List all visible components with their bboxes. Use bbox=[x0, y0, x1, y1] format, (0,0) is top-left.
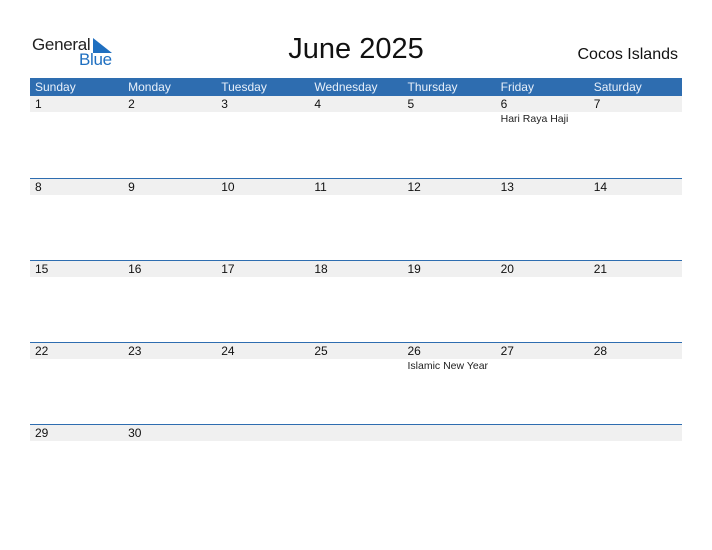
holiday-label bbox=[309, 112, 402, 126]
day-number: 5 bbox=[407, 97, 415, 111]
weekday-friday: Friday bbox=[500, 80, 534, 94]
holiday-label bbox=[309, 359, 402, 373]
day-number: 3 bbox=[221, 97, 228, 111]
weekday-wednesday: Wednesday bbox=[314, 80, 378, 94]
day-number: 19 bbox=[407, 262, 421, 276]
day-number: 23 bbox=[128, 344, 142, 358]
week-row: 22 23 24 25 26 27 28 Islamic New Year bbox=[30, 342, 682, 424]
day-number: 11 bbox=[314, 180, 327, 194]
events-row: Hari Raya Haji bbox=[30, 112, 682, 126]
day-number-strip: 1 2 3 4 5 6 7 bbox=[30, 96, 682, 112]
day-number: 14 bbox=[593, 180, 608, 194]
day-number: 16 bbox=[128, 262, 142, 276]
day-number bbox=[309, 425, 402, 441]
day-number-strip: 15 16 17 18 19 20 21 bbox=[30, 261, 682, 277]
holiday-label bbox=[30, 112, 123, 126]
day-number: 1 bbox=[35, 97, 42, 111]
weekday-monday: Monday bbox=[128, 80, 171, 94]
day-number: 30 bbox=[128, 426, 142, 440]
day-number: 8 bbox=[35, 180, 42, 194]
day-number: 17 bbox=[221, 262, 235, 276]
day-number: 10 bbox=[221, 180, 235, 194]
weekday-header: Sunday Monday Tuesday Wednesday Thursday Frid… bbox=[30, 78, 682, 96]
holiday-label bbox=[403, 112, 496, 126]
weekday-thursday: Thursday bbox=[407, 80, 458, 94]
day-number: 25 bbox=[314, 344, 328, 358]
day-number: 22 bbox=[35, 344, 49, 358]
day-number: 12 bbox=[407, 180, 421, 194]
holiday-label: Hari Raya Haji bbox=[500, 113, 569, 125]
day-number-strip: 8 9 10 11 12 13 14 bbox=[30, 179, 682, 195]
day-number-strip: 29 30 bbox=[30, 425, 682, 441]
holiday-label bbox=[496, 359, 589, 373]
holiday-label bbox=[589, 359, 682, 373]
holiday-label bbox=[123, 112, 216, 126]
day-number: 27 bbox=[500, 344, 514, 358]
day-number: 2 bbox=[128, 97, 135, 111]
day-number: 28 bbox=[593, 344, 608, 358]
day-number: 18 bbox=[314, 262, 328, 276]
week-row: 15 16 17 18 19 20 21 bbox=[30, 260, 682, 342]
holiday-label bbox=[216, 112, 309, 126]
day-number bbox=[496, 425, 589, 441]
week-row: 29 30 bbox=[30, 424, 682, 506]
week-row: 8 9 10 11 12 13 14 bbox=[30, 178, 682, 260]
country-label: Cocos Islands bbox=[577, 46, 679, 63]
day-number: 20 bbox=[500, 262, 514, 276]
day-number bbox=[403, 425, 496, 441]
day-number: 29 bbox=[35, 426, 49, 440]
day-number bbox=[216, 425, 309, 441]
weekday-saturday: Saturday bbox=[593, 80, 642, 94]
week-row: 1 2 3 4 5 6 7 Hari Raya Haji bbox=[30, 96, 682, 178]
holiday-label bbox=[216, 359, 309, 373]
day-number: 6 bbox=[500, 97, 508, 111]
events-row: Islamic New Year bbox=[30, 359, 682, 373]
day-number: 24 bbox=[221, 344, 235, 358]
holiday-label bbox=[123, 359, 216, 373]
calendar: Sunday Monday Tuesday Wednesday Thursday Frid… bbox=[30, 78, 682, 506]
weekday-tuesday: Tuesday bbox=[221, 80, 267, 94]
day-number: 7 bbox=[593, 97, 601, 111]
day-number-strip: 22 23 24 25 26 27 28 bbox=[30, 343, 682, 359]
weekday-sunday: Sunday bbox=[35, 80, 76, 94]
day-number: 21 bbox=[593, 262, 608, 276]
holiday-label bbox=[589, 112, 682, 126]
day-number: 9 bbox=[128, 180, 135, 194]
day-number: 4 bbox=[314, 97, 322, 111]
day-number: 15 bbox=[35, 262, 49, 276]
day-number: 13 bbox=[500, 180, 514, 194]
day-number: 26 bbox=[407, 344, 421, 358]
holiday-label bbox=[30, 359, 123, 373]
day-number bbox=[589, 425, 682, 441]
holiday-label: Islamic New Year bbox=[407, 360, 489, 372]
